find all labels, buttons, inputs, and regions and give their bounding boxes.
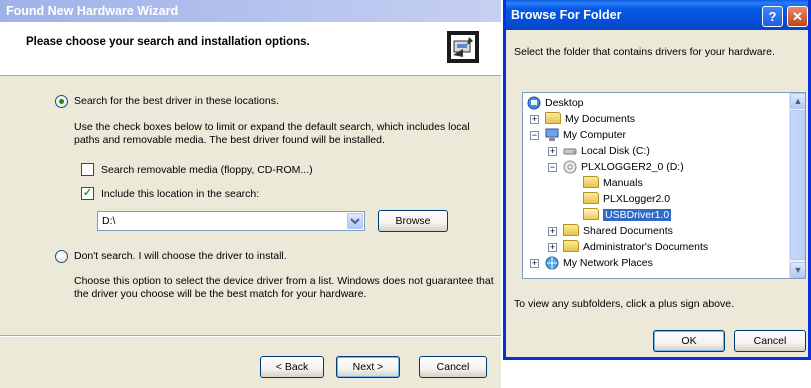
browse-hint: To view any subfolders, click a plus sig… [514, 298, 735, 310]
search-option-label[interactable]: Search for the best driver in these loca… [74, 95, 279, 107]
close-button[interactable]: ✕ [787, 6, 808, 27]
scroll-down-icon[interactable]: ▼ [790, 262, 805, 278]
wizard-header: Please choose your search and installati… [0, 22, 501, 76]
wizard-body: Search for the best driver in these loca… [0, 77, 501, 335]
tree-item-cd-drive[interactable]: PLXLOGGER2_0 (D:) [563, 159, 684, 175]
wizard-header-title: Please choose your search and installati… [26, 36, 310, 48]
scroll-up-icon[interactable]: ▲ [790, 93, 805, 109]
wizard-title: Found New Hardware Wizard [0, 0, 501, 22]
collapse-cd-drive-icon[interactable]: − [548, 163, 557, 172]
location-value: D:\ [102, 215, 116, 227]
tree-item-admin-documents[interactable]: Administrator's Documents [563, 239, 708, 255]
search-option-radio[interactable] [55, 95, 68, 108]
expand-my-documents-icon[interactable]: + [530, 115, 539, 124]
include-location-label[interactable]: Include this location in the search: [101, 188, 259, 200]
removable-media-checkbox[interactable] [81, 163, 94, 176]
dont-search-radio[interactable] [55, 250, 68, 263]
expand-shared-documents-icon[interactable]: + [548, 227, 557, 236]
tree-item-my-documents[interactable]: My Documents [545, 111, 635, 127]
tree-item-usbdriver[interactable]: USBDriver1.0 [583, 207, 673, 223]
tree-item-plxlogger[interactable]: PLXLogger2.0 [583, 191, 670, 207]
folder-open-icon [583, 208, 599, 221]
folder-icon [563, 224, 579, 237]
expand-local-disk-icon[interactable]: + [548, 147, 557, 156]
folder-icon [545, 112, 561, 125]
search-option-description: Use the check boxes below to limit or ex… [74, 121, 470, 146]
tree-item-shared-documents[interactable]: Shared Documents [563, 223, 673, 239]
browse-for-folder-dialog: Browse For Folder ? ✕ Select the folder … [503, 0, 811, 360]
removable-media-label[interactable]: Search removable media (floppy, CD-ROM..… [101, 164, 313, 176]
dropdown-arrow-icon[interactable] [347, 213, 363, 229]
folder-tree[interactable]: Desktop + My Documents − My Computer + L… [522, 92, 806, 279]
computer-icon [545, 128, 559, 142]
expand-admin-documents-icon[interactable]: + [548, 243, 557, 252]
browse-title: Browse For Folder ? ✕ [506, 0, 808, 30]
cd-icon [563, 160, 577, 174]
include-location-checkbox[interactable]: ✓ [81, 187, 94, 200]
desktop-icon [527, 96, 541, 110]
browse-cancel-button[interactable]: Cancel [734, 330, 806, 352]
tree-item-network-places[interactable]: My Network Places [545, 255, 653, 271]
hardware-wizard-window: Found New Hardware Wizard Please choose … [0, 0, 501, 388]
tree-item-desktop[interactable]: Desktop [527, 95, 584, 111]
browse-instruction: Select the folder that contains drivers … [514, 46, 775, 58]
tree-vertical-scrollbar[interactable]: ▲ ▼ [789, 93, 805, 278]
collapse-my-computer-icon[interactable]: − [530, 131, 539, 140]
next-button[interactable]: Next > [336, 356, 400, 378]
dont-search-label[interactable]: Don't search. I will choose the driver t… [74, 250, 287, 262]
tree-item-local-disk[interactable]: Local Disk (C:) [563, 143, 650, 159]
tree-item-my-computer[interactable]: My Computer [545, 127, 626, 143]
ok-button[interactable]: OK [653, 330, 725, 352]
browse-title-text: Browse For Folder [511, 8, 622, 22]
scroll-thumb[interactable] [790, 110, 805, 260]
expand-network-places-icon[interactable]: + [530, 259, 539, 268]
folder-icon [563, 240, 579, 253]
help-button[interactable]: ? [762, 6, 783, 27]
network-icon [545, 256, 559, 270]
back-button[interactable]: < Back [260, 356, 324, 378]
disk-icon [563, 148, 577, 155]
location-combobox[interactable]: D:\ [97, 211, 365, 231]
folder-icon [583, 192, 599, 205]
wizard-cancel-button[interactable]: Cancel [419, 356, 487, 378]
wizard-footer: < Back Next > Cancel [0, 335, 501, 388]
dont-search-description: Choose this option to select the device … [74, 275, 494, 300]
folder-icon [583, 176, 599, 189]
hardware-wizard-icon [447, 31, 479, 63]
browse-button[interactable]: Browse [378, 210, 448, 232]
tree-item-manuals[interactable]: Manuals [583, 175, 643, 191]
